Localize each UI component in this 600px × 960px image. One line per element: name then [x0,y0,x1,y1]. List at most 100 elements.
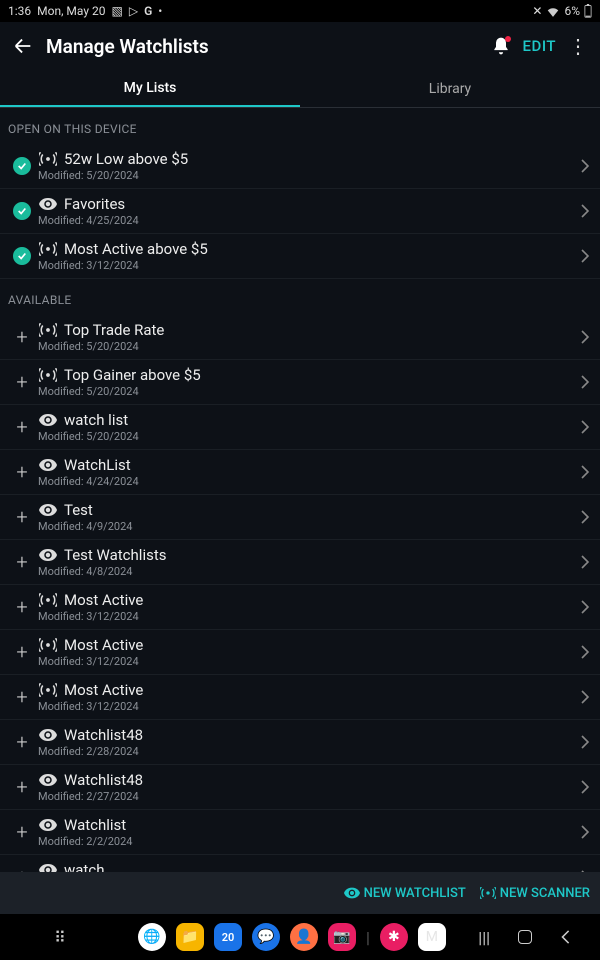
row-modified: Modified: 4/8/2024 [38,565,580,578]
row-main: Most ActiveModified: 3/12/2024 [38,636,580,668]
app-icon-contacts[interactable]: 👤 [290,923,318,951]
signal-icon [38,593,58,607]
row-main: Most ActiveModified: 3/12/2024 [38,591,580,623]
system-nav-bar: ⠿ 🌐 📁 20 💬 👤 📷 | ✱ M ||| [0,914,600,960]
watchlist-row[interactable]: +Watchlist48Modified: 2/28/2024 [0,720,600,765]
watchlist-row[interactable]: +watch listModified: 5/20/2024 [0,405,600,450]
watchlist-row[interactable]: +TestModified: 4/9/2024 [0,495,600,540]
tab-my-lists[interactable]: My Lists [0,70,300,107]
app-icon-files[interactable]: 📁 [176,923,204,951]
app-icon-messages[interactable]: 💬 [252,923,280,951]
checked-icon [10,202,34,220]
app-icon-asterisk[interactable]: ✱ [380,923,408,951]
row-modified: Modified: 3/12/2024 [38,610,580,623]
add-button[interactable]: + [10,685,34,709]
recents-button[interactable]: ||| [478,928,490,947]
add-button[interactable]: + [10,730,34,754]
add-button[interactable]: + [10,460,34,484]
add-button[interactable]: + [10,370,34,394]
row-title: WatchList [64,456,131,474]
app-icon-chrome[interactable]: 🌐 [138,923,166,951]
add-button[interactable]: + [10,415,34,439]
edit-button[interactable]: EDIT [523,37,556,55]
row-modified: Modified: 5/20/2024 [38,385,580,398]
watchlist-row[interactable]: +Most ActiveModified: 3/12/2024 [0,630,600,675]
row-title: Most Active [64,636,143,654]
mute-icon: ✕ [532,4,542,18]
watchlist-row[interactable]: FavoritesModified: 4/25/2024 [0,189,600,234]
new-watchlist-button[interactable]: NEW WATCHLIST [344,886,466,901]
tab-library[interactable]: Library [300,70,600,107]
bell-icon[interactable] [491,36,511,56]
chevron-right-icon [580,509,590,525]
watchlist-row[interactable]: +Top Trade RateModified: 5/20/2024 [0,315,600,360]
app-drawer-icon[interactable]: ⠿ [54,928,66,947]
back-button[interactable] [560,930,572,944]
app-icon-gmail[interactable]: M [418,923,446,951]
wifi-icon [546,5,560,17]
row-title: Most Active above $5 [64,240,208,258]
app-icon-calendar[interactable]: 20 [214,923,242,951]
bottom-action-bar: NEW WATCHLIST NEW SCANNER [0,872,600,914]
new-scanner-button[interactable]: NEW SCANNER [480,886,590,901]
add-button[interactable]: + [10,820,34,844]
row-modified: Modified: 5/20/2024 [38,430,580,443]
row-title: Test [64,501,93,519]
add-button[interactable]: + [10,505,34,529]
row-main: WatchlistModified: 2/2/2024 [38,816,580,848]
chevron-right-icon [580,464,590,480]
checked-icon [10,247,34,265]
chevron-right-icon [580,599,590,615]
row-title: Test Watchlists [64,546,166,564]
row-title: Most Active [64,591,143,609]
section-available: AVAILABLE [0,279,600,315]
watchlist-row[interactable]: Most Active above $5Modified: 3/12/2024 [0,234,600,279]
signal-icon [38,683,58,697]
watchlist-row[interactable]: +WatchListModified: 4/24/2024 [0,450,600,495]
add-button[interactable]: + [10,325,34,349]
row-modified: Modified: 2/2/2024 [38,835,580,848]
app-icon-camera[interactable]: 📷 [328,923,356,951]
row-modified: Modified: 3/12/2024 [38,259,580,272]
page-title: Manage Watchlists [46,35,209,58]
row-main: Most ActiveModified: 3/12/2024 [38,681,580,713]
row-title: 52w Low above $5 [64,150,188,168]
add-button[interactable]: + [10,550,34,574]
home-button[interactable] [518,930,532,944]
eye-icon [38,729,58,741]
add-button[interactable]: + [10,640,34,664]
back-icon[interactable] [12,35,34,57]
app-divider: | [366,928,370,947]
status-dot: • [158,4,162,18]
eye-icon [38,198,58,210]
signal-icon [38,368,58,382]
signal-icon [38,638,58,652]
watchlist-row[interactable]: + Test WatchlistsModified: 4/8/2024 [0,540,600,585]
watchlist-row[interactable]: 52w Low above $5Modified: 5/20/2024 [0,144,600,189]
watchlist-row[interactable]: +Most ActiveModified: 3/12/2024 [0,675,600,720]
row-main: Top Trade RateModified: 5/20/2024 [38,321,580,353]
watchlist-row[interactable]: +WatchlistModified: 2/2/2024 [0,810,600,855]
watchlist-row[interactable]: +Watchlist48Modified: 2/27/2024 [0,765,600,810]
gallery-icon: ▧ [111,4,122,18]
watchlist-row[interactable]: +Most ActiveModified: 3/12/2024 [0,585,600,630]
row-main: watch listModified: 5/20/2024 [38,411,580,443]
eye-icon [344,887,360,899]
add-button[interactable]: + [10,595,34,619]
overflow-menu-icon[interactable]: ⋮ [568,36,588,56]
chevron-right-icon [580,779,590,795]
chevron-right-icon [580,554,590,570]
status-date: Mon, May 20 [37,4,105,18]
row-title: Watchlist48 [64,771,143,789]
signal-icon [38,242,58,256]
row-title: Watchlist48 [64,726,143,744]
new-scanner-label: NEW SCANNER [500,886,590,901]
row-main: TestModified: 4/9/2024 [38,501,580,533]
add-button[interactable]: + [10,775,34,799]
row-main: Watchlist48Modified: 2/28/2024 [38,726,580,758]
chevron-right-icon [580,419,590,435]
row-modified: Modified: 2/28/2024 [38,745,580,758]
watchlist-row[interactable]: +Top Gainer above $5Modified: 5/20/2024 [0,360,600,405]
chevron-right-icon [580,203,590,219]
watchlist-scroll[interactable]: OPEN ON THIS DEVICE 52w Low above $5Modi… [0,108,600,890]
